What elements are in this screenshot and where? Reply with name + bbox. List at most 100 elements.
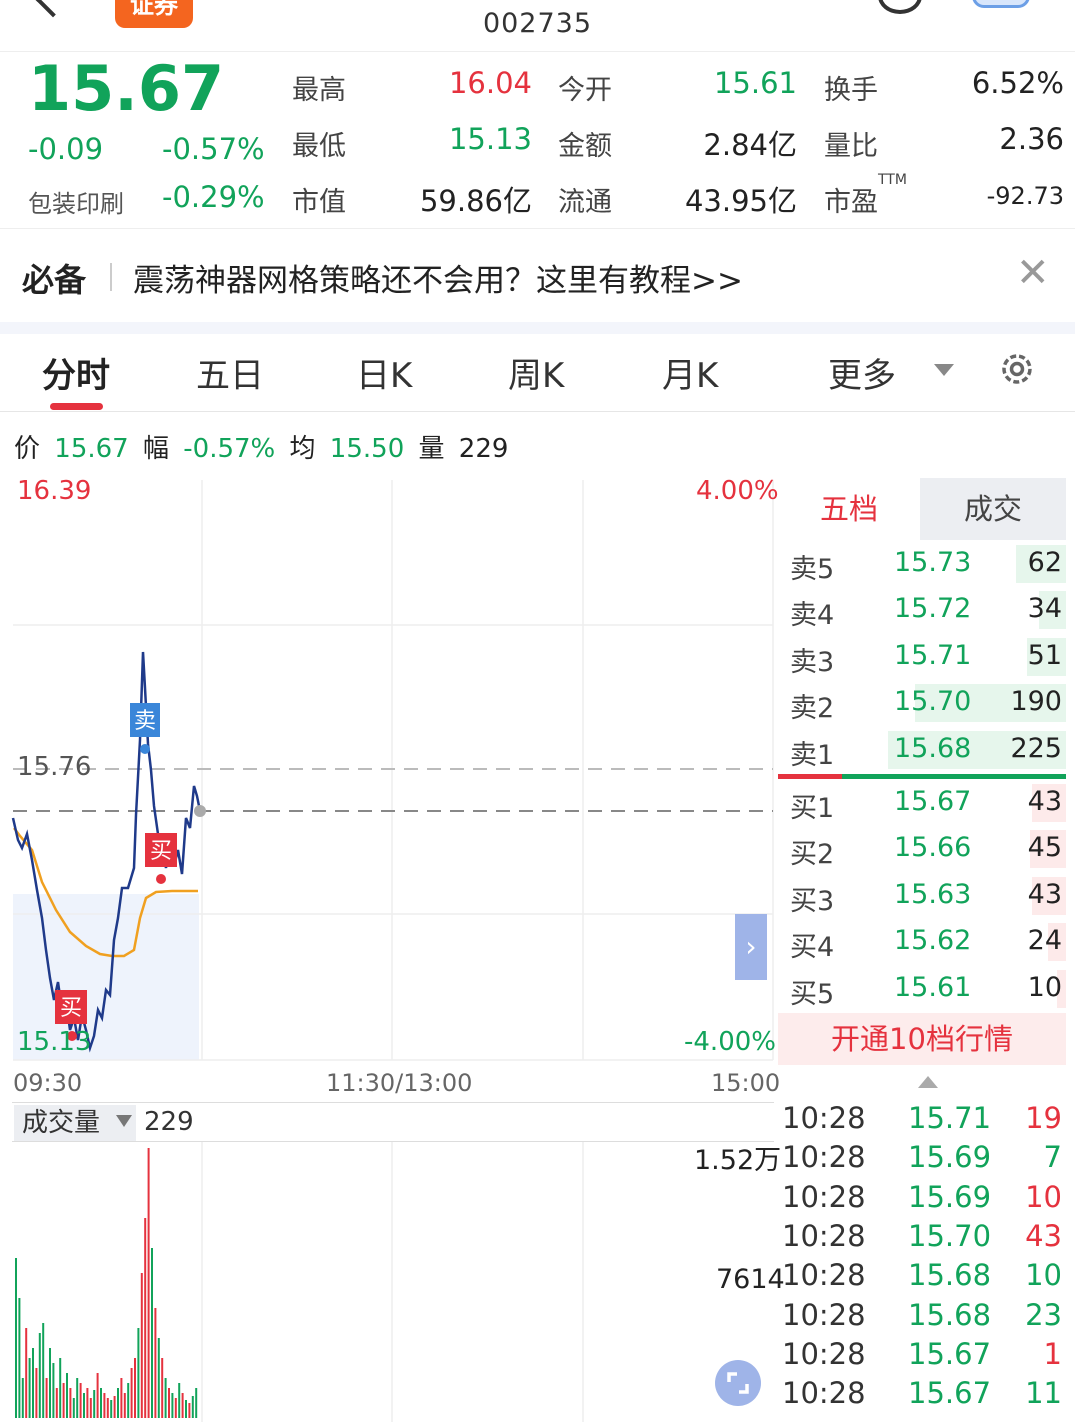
trade-row: 10:28 15.68 23 — [778, 1298, 1066, 1337]
info-price-label: 价 — [14, 434, 41, 464]
volume-bar — [35, 1368, 38, 1418]
ask-row[interactable]: 卖2 15.70 190 — [778, 680, 1066, 726]
volume-bar — [72, 1398, 75, 1418]
volume-bar — [86, 1388, 89, 1418]
bid-strength-bar — [778, 774, 842, 779]
volume-bar — [66, 1373, 68, 1418]
price-change: -0.09 — [28, 132, 104, 166]
volume-bar — [123, 1393, 126, 1418]
info-amp: -0.57% — [183, 434, 276, 464]
tab-five-levels[interactable]: 五档 — [778, 478, 920, 540]
ask-row[interactable]: 卖4 15.72 34 — [778, 587, 1066, 633]
orderbook-label: 卖1 — [790, 739, 835, 771]
orderbook-price: 15.73 — [894, 547, 972, 578]
time-mid: 11:30/13:00 — [326, 1069, 473, 1097]
gear-icon[interactable] — [996, 348, 1038, 390]
trade-row: 10:28 15.68 10 — [778, 1258, 1066, 1297]
profile-icon[interactable] — [972, 0, 1030, 8]
trade-vol: 7 — [1043, 1140, 1062, 1175]
trade-row: 10:28 15.67 1 — [778, 1337, 1066, 1376]
trade-price: 15.68 — [908, 1258, 992, 1293]
quote-value: -92.73 — [986, 182, 1064, 210]
chevron-down-icon[interactable] — [934, 364, 954, 376]
tab-more[interactable]: 更多 — [828, 348, 896, 397]
volume-bar — [89, 1398, 92, 1418]
axis-bottom-pct: -4.00% — [684, 1027, 776, 1057]
volume-header: 成交量 229 — [12, 1102, 774, 1142]
trade-time: 10:28 — [782, 1336, 866, 1371]
tab-daily-k[interactable]: 日K — [356, 348, 412, 397]
quote-label: 最低 — [292, 131, 346, 162]
industry-name[interactable]: 包装印刷 — [28, 184, 124, 219]
tab-monthly-k[interactable]: 月K — [662, 348, 718, 397]
orderbook-vol: 24 — [1027, 925, 1062, 957]
trade-vol: 11 — [1025, 1376, 1062, 1411]
caret-down-icon[interactable] — [116, 1115, 132, 1127]
trade-time: 10:28 — [782, 1297, 866, 1332]
tab-five-day[interactable]: 五日 — [196, 348, 264, 397]
tab-trades[interactable]: 成交 — [920, 478, 1066, 540]
bid-row[interactable]: 买4 15.62 24 — [778, 919, 1066, 965]
volume-bar — [185, 1400, 187, 1418]
tab-intraday[interactable]: 分时 — [42, 348, 110, 397]
trade-row: 10:28 15.67 11 — [778, 1376, 1066, 1415]
volume-bar — [120, 1378, 123, 1418]
orderbook-price: 15.61 — [894, 971, 972, 1003]
trade-row: 10:28 15.69 7 — [778, 1140, 1066, 1179]
close-icon[interactable]: ✕ — [1016, 253, 1050, 293]
notice-banner[interactable]: 必备 震荡神器网格策略还不会用？这里有教程>> ✕ — [0, 228, 1075, 322]
notice-tag: 必备 — [22, 261, 87, 299]
orderbook-vol: 34 — [1027, 593, 1062, 625]
orderbook-price: 15.63 — [894, 878, 972, 910]
info-avg-label: 均 — [289, 434, 316, 464]
ask-strength-bar — [842, 774, 1066, 779]
last-price-dot — [194, 805, 206, 817]
volume-bar — [117, 1388, 119, 1418]
volume-bar — [174, 1398, 177, 1418]
volume-bars — [15, 1148, 198, 1418]
trade-vol: 23 — [1025, 1297, 1062, 1332]
notice-text[interactable]: 震荡神器网格策略还不会用？这里有教程>> — [133, 255, 743, 300]
volume-bar — [32, 1348, 34, 1418]
notice-divider — [110, 263, 112, 291]
orderbook-label: 买5 — [790, 978, 835, 1010]
ask-row[interactable]: 卖1 15.68 225 — [778, 727, 1066, 773]
volume-bar — [100, 1388, 102, 1418]
quote-value: 16.04 — [448, 66, 532, 100]
crosshair-info: 价 15.67 幅 -0.57% 均 15.50 量 229 — [14, 428, 514, 465]
expand-chevron-icon[interactable]: › — [735, 914, 767, 980]
tab-weekly-k[interactable]: 周K — [508, 348, 564, 397]
info-amp-label: 幅 — [142, 434, 169, 464]
orderbook-price: 15.66 — [894, 832, 972, 864]
scroll-up-icon[interactable] — [918, 1076, 938, 1088]
volume-bar — [103, 1393, 106, 1418]
volume-bar — [147, 1148, 150, 1418]
volume-bar — [144, 1218, 147, 1418]
orderbook-price: 15.71 — [894, 639, 972, 671]
time-end: 15:00 — [711, 1069, 781, 1097]
bid-row[interactable]: 买1 15.67 43 — [778, 780, 1066, 826]
current-price: 15.67 — [28, 52, 225, 125]
quote-label: 金额 — [558, 131, 612, 162]
volume-chart[interactable] — [0, 1142, 780, 1424]
orderbook-price: 15.62 — [894, 925, 972, 957]
bid-row[interactable]: 买2 15.66 45 — [778, 826, 1066, 872]
orderbook-label: 卖4 — [790, 600, 835, 632]
ask-row[interactable]: 卖5 15.73 62 — [778, 541, 1066, 587]
trade-time: 10:28 — [782, 1218, 866, 1253]
volume-bar — [161, 1358, 164, 1418]
bid-row[interactable]: 买3 15.63 43 — [778, 873, 1066, 919]
bid-row[interactable]: 买5 15.61 10 — [778, 966, 1066, 1012]
upgrade-level10-button[interactable]: 开通10档行情 — [778, 1013, 1066, 1065]
volume-bar — [113, 1396, 116, 1418]
ask-row[interactable]: 卖3 15.71 51 — [778, 634, 1066, 680]
volume-bar — [69, 1388, 72, 1418]
trade-price: 15.69 — [908, 1140, 992, 1175]
time-start: 09:30 — [13, 1069, 83, 1097]
quote-value: 43.95亿 — [684, 184, 797, 218]
volume-bar — [79, 1383, 82, 1418]
trade-vol: 10 — [1025, 1258, 1062, 1293]
intraday-chart[interactable]: 卖 买 买 — [0, 470, 780, 1070]
orderbook-vol: 43 — [1027, 878, 1062, 910]
fullscreen-icon[interactable] — [715, 1360, 761, 1406]
